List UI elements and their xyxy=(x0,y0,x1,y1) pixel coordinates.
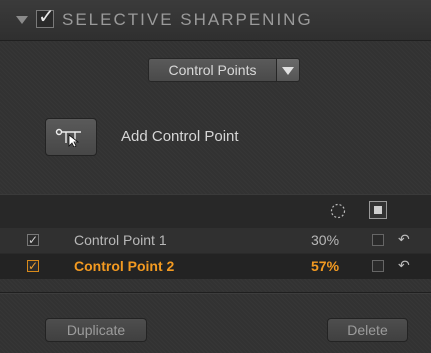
divider xyxy=(0,293,431,294)
enable-checkbox[interactable]: ✓ xyxy=(36,6,55,28)
duplicate-button[interactable]: Duplicate xyxy=(45,318,147,342)
row-checkbox[interactable]: ✓ xyxy=(27,234,39,246)
mode-dropdown[interactable]: Control Points xyxy=(148,58,300,82)
table-row-selected[interactable]: ✓ Control Point 2 57% ↶ xyxy=(0,254,431,279)
chevron-down-icon[interactable] xyxy=(277,58,300,82)
control-point-percent: 57% xyxy=(311,258,340,274)
delete-button[interactable]: Delete xyxy=(327,318,408,342)
panel-header: ✓ SELECTIVE SHARPENING xyxy=(0,0,431,41)
mask-checkbox[interactable] xyxy=(372,234,384,246)
control-point-name: Control Point 1 xyxy=(74,232,167,248)
table-header xyxy=(0,194,431,229)
dropdown-value: Control Points xyxy=(148,58,277,82)
add-control-point-button[interactable] xyxy=(45,118,97,156)
selective-sharpening-panel: ✓ SELECTIVE SHARPENING Control Points Ad… xyxy=(0,0,431,353)
row-checkbox[interactable]: ✓ xyxy=(27,260,39,272)
reset-arrow-icon[interactable]: ↶ xyxy=(398,257,410,274)
control-point-icon xyxy=(55,128,81,147)
checkmark-icon: ✓ xyxy=(38,6,55,28)
mask-checkbox[interactable] xyxy=(372,260,384,272)
panel-title: SELECTIVE SHARPENING xyxy=(62,10,313,29)
collapse-triangle-icon[interactable] xyxy=(16,16,28,24)
control-point-percent: 30% xyxy=(311,232,340,248)
reset-arrow-icon[interactable]: ↶ xyxy=(398,231,410,248)
table-row[interactable]: ✓ Control Point 1 30% ↶ xyxy=(0,228,431,254)
control-point-name: Control Point 2 xyxy=(74,258,175,274)
add-control-point-label: Add Control Point xyxy=(121,128,239,145)
opacity-circle-icon xyxy=(330,203,346,219)
mask-square-icon[interactable] xyxy=(369,201,387,219)
